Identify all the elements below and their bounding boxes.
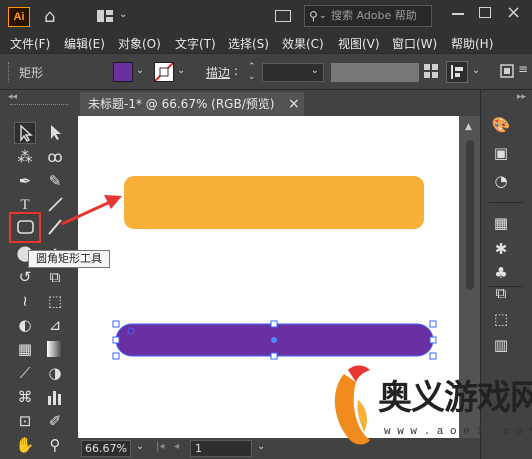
tool-tooltip: 圆角矩形工具 [28, 250, 110, 268]
brushes-icon[interactable]: ✱ [491, 240, 511, 258]
layers-icon[interactable]: ▦ [491, 214, 511, 232]
gradient-panel-icon[interactable]: ◔ [491, 172, 511, 190]
watermark-title: 奥义游戏网 [378, 378, 532, 418]
orange-rectangle[interactable] [124, 176, 424, 229]
watermark: 奥义游戏网 w w w . a o e 1 . c o m [326, 360, 532, 456]
symbols-icon[interactable]: ♣ [491, 264, 511, 282]
watermark-url: w w w . a o e 1 . c o m [384, 426, 532, 438]
zoom-value: 66.67% [85, 442, 127, 455]
zoom-chevron-icon[interactable]: ⌄ [136, 441, 144, 452]
expand-panels-icon[interactable]: ▸▸ [517, 92, 526, 102]
zoom-field[interactable]: 66.67% [81, 440, 131, 457]
color-icon[interactable]: 🎨 [491, 116, 511, 134]
previous-artboard-icon[interactable]: ◂ [174, 441, 179, 452]
swatches-icon[interactable]: ▣ [491, 144, 511, 162]
artboard-chevron-icon[interactable]: ⌄ [257, 441, 265, 452]
transform-panel-icon[interactable]: ⬚ [491, 310, 511, 328]
first-artboard-icon[interactable]: |◂ [156, 441, 164, 452]
center-point [271, 337, 277, 343]
watermark-logo-icon [334, 365, 370, 445]
artboard-number-field[interactable]: 1 [190, 440, 252, 457]
align-panel-icon[interactable]: ▥ [491, 336, 511, 354]
artboards-icon[interactable]: ⧉ [491, 284, 511, 302]
red-pointer-arrow [61, 200, 111, 226]
panel-separator [489, 202, 523, 203]
artboard-number: 1 [195, 442, 202, 455]
